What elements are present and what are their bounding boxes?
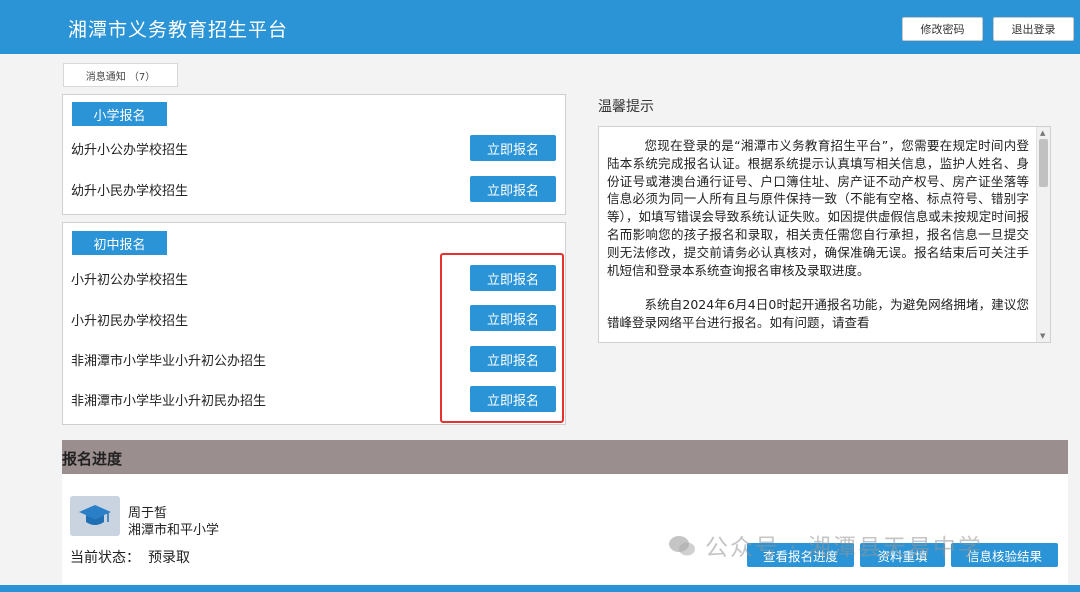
app-title: 湘潭市义务教育招生平台 xyxy=(68,19,289,41)
middle-row-label: 小升初公办学校招生 xyxy=(71,273,189,288)
middle-row-label: 非湘潭市小学毕业小升初民办招生 xyxy=(71,394,267,409)
primary-school-panel: 小学报名 幼升小公办学校招生 立即报名 幼升小民办学校招生 立即报名 xyxy=(62,94,566,215)
footer-bar xyxy=(0,585,1080,592)
scroll-thumb[interactable] xyxy=(1039,139,1048,187)
wechat-icon xyxy=(667,533,697,565)
tips-title: 温馨提示 xyxy=(598,99,654,115)
status-label: 当前状态： xyxy=(70,550,140,566)
top-header: 湘潭市义务教育招生平台 修改密码 退出登录 xyxy=(0,0,1080,54)
signup-button[interactable]: 立即报名 xyxy=(470,176,556,202)
signup-button[interactable]: 立即报名 xyxy=(470,135,556,161)
change-password-button[interactable]: 修改密码 xyxy=(902,17,983,41)
tab-notifications[interactable]: 消息通知 （7） xyxy=(63,63,178,87)
watermark-text: 公众号 · 湘潭县天易中学 xyxy=(705,535,983,561)
middle-school-title: 初中报名 xyxy=(72,231,167,255)
status-value: 预录取 xyxy=(148,550,190,566)
tips-scrollbar[interactable]: ▲ ▼ xyxy=(1036,127,1050,342)
middle-row-label: 非湘潭市小学毕业小升初公办招生 xyxy=(71,354,267,369)
middle-row-label: 小升初民办学校招生 xyxy=(71,314,189,329)
tips-paragraph: 系统自2024年6月4日0时起开通报名功能，为避免网络拥堵，建议您错峰登录网络平… xyxy=(607,297,1029,331)
tips-paragraph: 您现在登录的是“湘潭市义务教育招生平台”，您需要在规定时间内登陆本系统完成报名认… xyxy=(607,138,1029,278)
primary-row-label: 幼升小民办学校招生 xyxy=(71,184,189,199)
tips-box: 您现在登录的是“湘潭市义务教育招生平台”，您需要在规定时间内登陆本系统完成报名认… xyxy=(598,126,1051,343)
primary-school-title: 小学报名 xyxy=(72,102,167,126)
student-school: 湘潭市和平小学 xyxy=(128,523,220,538)
logout-button[interactable]: 退出登录 xyxy=(993,17,1074,41)
highlight-box xyxy=(440,253,564,423)
graduation-cap-icon xyxy=(70,496,120,536)
scroll-down-icon[interactable]: ▼ xyxy=(1040,332,1045,340)
progress-header: 报名进度 xyxy=(62,440,1068,474)
tips-content: 您现在登录的是“湘潭市义务教育招生平台”，您需要在规定时间内登陆本系统完成报名认… xyxy=(607,137,1029,342)
scroll-up-icon[interactable]: ▲ xyxy=(1040,129,1045,137)
progress-title: 报名进度 xyxy=(62,450,123,468)
primary-row-label: 幼升小公办学校招生 xyxy=(71,143,189,158)
watermark: 公众号 · 湘潭县天易中学 xyxy=(667,528,983,565)
status-line: 当前状态： 预录取 xyxy=(70,547,190,567)
